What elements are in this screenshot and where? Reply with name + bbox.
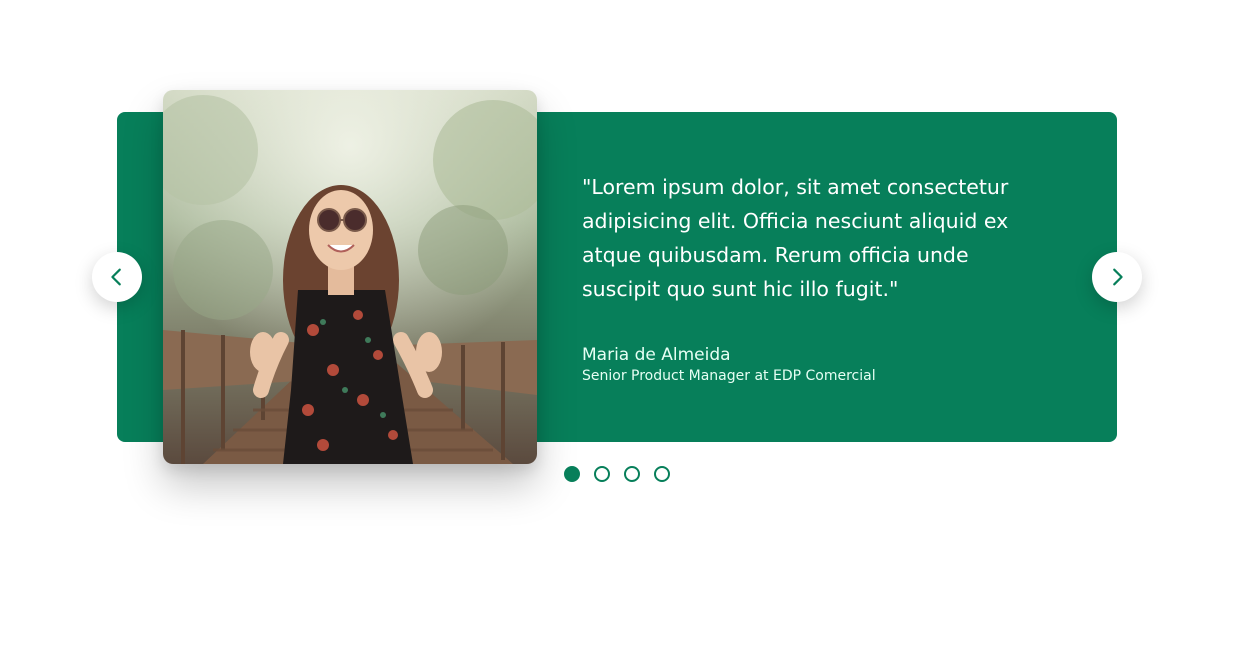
next-button[interactable] (1092, 252, 1142, 302)
testimonial-quote: "Lorem ipsum dolor, sit amet consectetur… (582, 175, 1009, 301)
testimonial-photo (163, 90, 537, 464)
previous-button[interactable] (92, 252, 142, 302)
pagination-dots (564, 466, 670, 482)
author-role: Senior Product Manager at EDP Comercial (582, 368, 876, 384)
pagination-dot-3[interactable] (624, 466, 640, 482)
testimonial-carousel: "Lorem ipsum dolor, sit amet consectetur… (0, 0, 1257, 646)
chevron-left-icon (111, 268, 121, 286)
pagination-dot-2[interactable] (594, 466, 610, 482)
chevron-right-icon (1113, 268, 1123, 286)
pagination-dot-1[interactable] (564, 466, 580, 482)
author-name: Maria de Almeida (582, 345, 731, 365)
pagination-dot-4[interactable] (654, 466, 670, 482)
